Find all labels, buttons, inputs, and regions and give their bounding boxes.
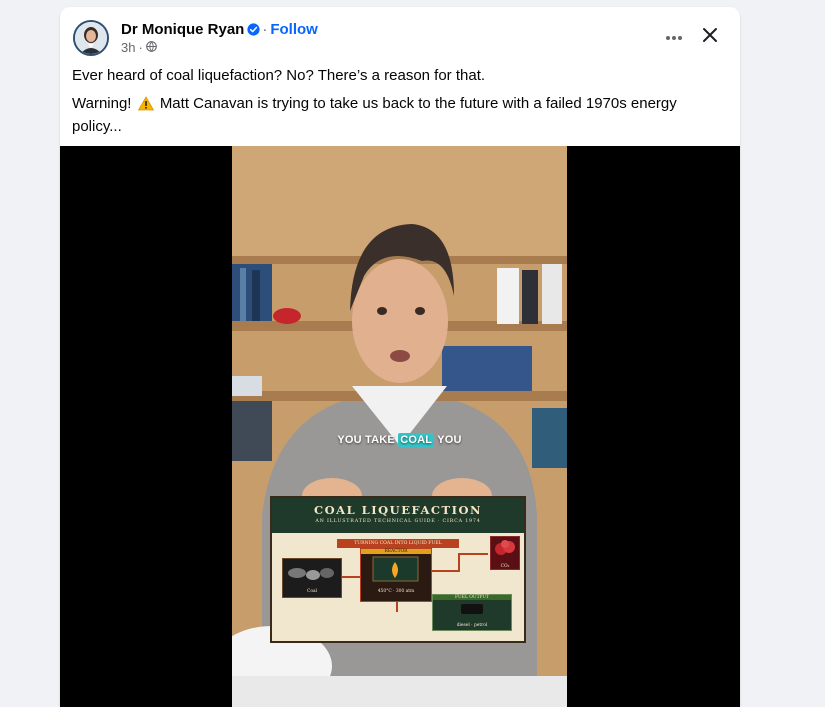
coal-label: Coal <box>306 589 318 594</box>
arrow-to-fuel <box>396 602 398 612</box>
verified-badge-icon <box>247 22 260 41</box>
infographic-title: COAL LIQUEFACTION <box>314 503 482 517</box>
fuel-sub: diesel · petrol <box>456 623 488 628</box>
warning-prefix: Warning! <box>72 95 132 112</box>
fuel-barrel-icon <box>461 604 483 614</box>
infographic-banner: TURNING COAL INTO LIQUID FUEL <box>337 539 459 548</box>
video-caption: YOU TAKE COAL YOU <box>232 433 567 447</box>
arrow-coal-to-reactor <box>342 576 360 578</box>
author-line: Dr Monique Ryan · Follow <box>121 20 318 41</box>
post-card: Dr Monique Ryan · Follow 3h · Ever heard o… <box>60 7 740 707</box>
caption-part-3: YOU <box>434 434 462 446</box>
infographic-header: COAL LIQUEFACTION AN ILLUSTRATED TECHNIC… <box>272 498 524 533</box>
emissions-label: CO₂ <box>500 564 510 569</box>
coal-liquefaction-infographic: COAL LIQUEFACTION AN ILLUSTRATED TECHNIC… <box>270 496 526 643</box>
emissions-box: CO₂ <box>490 536 520 570</box>
close-icon <box>702 27 718 48</box>
fuel-output-box: FUEL OUTPUT diesel · petrol <box>432 594 512 631</box>
avatar-portrait-icon <box>75 22 107 54</box>
caption-highlight: COAL <box>398 433 435 447</box>
avatar[interactable] <box>73 20 109 56</box>
author-name[interactable]: Dr Monique Ryan <box>121 21 244 38</box>
globe-icon <box>145 40 157 55</box>
post-body: Ever heard of coal liquefaction? No? The… <box>72 66 712 145</box>
video-frame[interactable]: YOU TAKE COAL YOU COAL LIQUEFACTION AN I… <box>232 146 567 707</box>
arrow-to-emissions <box>458 553 488 555</box>
more-options-button[interactable] <box>658 24 690 50</box>
reactor-flame-icon <box>372 556 419 582</box>
caption-part-1: YOU TAKE <box>337 434 399 446</box>
reactor-temp: 450°C · 300 atm <box>377 589 415 594</box>
coal-lumps-icon <box>288 568 334 580</box>
post-time[interactable]: 3h <box>121 40 135 55</box>
reactor-box: REACTOR 450°C · 300 atm <box>360 548 432 602</box>
coal-box: Coal <box>282 558 342 598</box>
video-player[interactable]: YOU TAKE COAL YOU COAL LIQUEFACTION AN I… <box>60 146 740 707</box>
more-options-icon <box>665 28 683 46</box>
warning-icon <box>137 96 154 117</box>
meta-separator: · <box>138 40 143 55</box>
close-button[interactable] <box>694 22 726 52</box>
infographic-subtitle: AN ILLUSTRATED TECHNICAL GUIDE · CIRCA 1… <box>315 519 481 524</box>
emissions-cloud-icon <box>495 540 515 555</box>
arrow-reactor-up <box>432 570 458 572</box>
separator-dot: · <box>262 21 268 38</box>
follow-button[interactable]: Follow <box>270 21 318 38</box>
post-paragraph-1: Ever heard of coal liquefaction? No? The… <box>72 67 486 84</box>
post-paragraph-2-text: Matt Canavan is trying to take us back t… <box>72 95 677 135</box>
post-meta: 3h · <box>121 40 157 55</box>
arrow-riser <box>458 553 460 572</box>
post-paragraph-2: Warning! Matt Canavan is trying to take … <box>72 94 712 137</box>
